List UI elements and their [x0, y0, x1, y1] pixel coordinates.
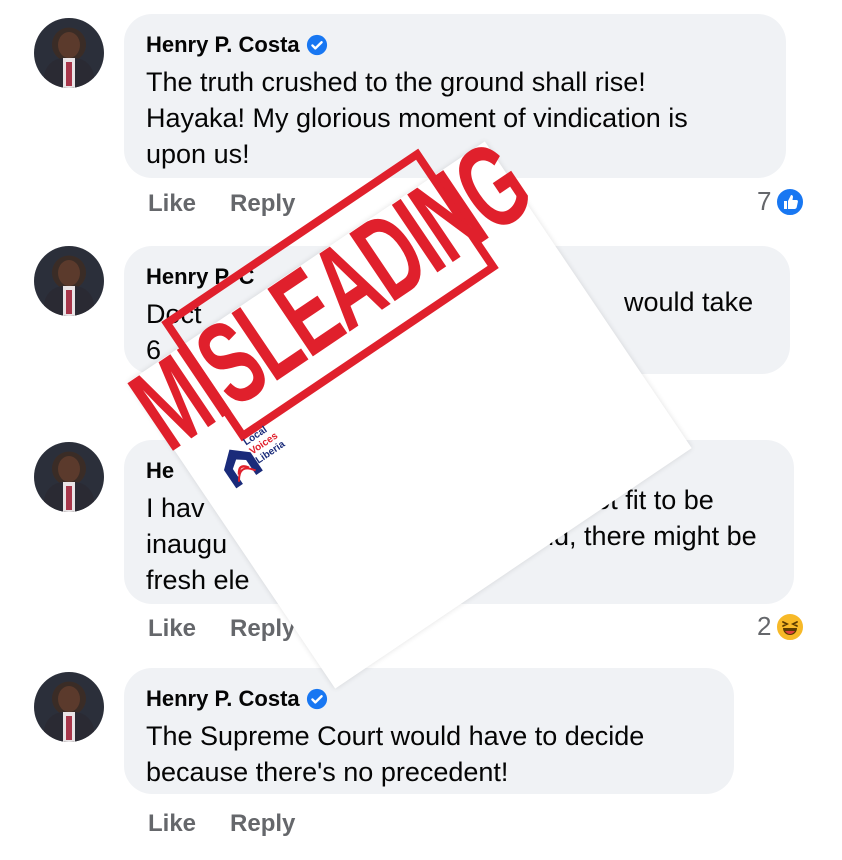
reply-button[interactable]: Reply — [230, 190, 295, 218]
avatar[interactable] — [34, 18, 104, 88]
comment-actions: Like Reply — [148, 615, 295, 643]
reply-button[interactable]: Reply — [230, 615, 295, 643]
comment-bubble: Henry P. Costa The Supreme Court would h… — [124, 668, 734, 794]
comment-actions: Like Reply — [148, 810, 295, 838]
like-button[interactable]: Like — [148, 190, 196, 218]
avatar[interactable] — [34, 442, 104, 512]
verified-badge-icon — [306, 688, 327, 710]
comment-text-right: would take — [624, 287, 754, 317]
comment-text: The Supreme Court would have to decide b… — [146, 721, 645, 787]
reaction-count: 2 — [757, 611, 772, 641]
comment-actions: Like Reply — [148, 190, 295, 218]
reply-button[interactable]: Reply — [230, 810, 295, 838]
reaction-count: 7 — [757, 186, 772, 216]
reaction-summary[interactable]: 7 — [757, 186, 806, 217]
verified-badge-icon — [306, 34, 327, 56]
comment-author[interactable]: Henry P. Costa — [146, 686, 300, 712]
thumbs-up-icon — [775, 186, 806, 217]
avatar[interactable] — [34, 246, 104, 316]
reaction-summary[interactable]: 2 — [757, 611, 806, 642]
comment-author[interactable]: Henry P. Costa — [146, 32, 300, 58]
avatar[interactable] — [34, 672, 104, 742]
like-button[interactable]: Like — [148, 615, 196, 643]
comment-author[interactable]: He — [146, 458, 174, 484]
laughing-emoji-icon — [775, 611, 806, 642]
like-button[interactable]: Like — [148, 810, 196, 838]
